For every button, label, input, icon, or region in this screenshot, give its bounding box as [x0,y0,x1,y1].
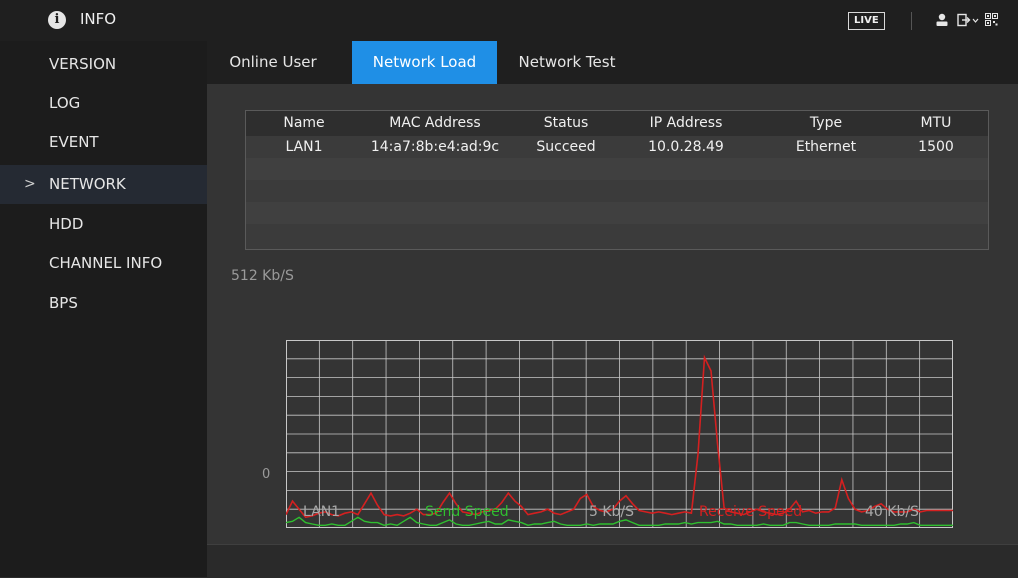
sidebar-item-log[interactable]: LOG [0,84,207,123]
graph-max-label: 512 Kb/S [231,268,294,284]
legend-interface: LAN1 [303,504,341,520]
sidebar-item-bps[interactable]: BPS [0,284,207,323]
table-row-empty [246,180,988,202]
tab-online-user[interactable]: Online User [223,41,323,84]
column-header-mtu: MTU [920,115,952,131]
top-bar: i INFO LIVE [0,0,1018,41]
column-header-mac: MAC Address [389,115,481,131]
tab-network-load[interactable]: Network Load [352,41,497,84]
sidebar-item-label: EVENT [49,133,99,151]
page-title: INFO [80,10,117,28]
tab-bar: Online User Network Load Network Test [207,41,1018,84]
sidebar-item-label: NETWORK [49,175,126,193]
footer-bar [207,544,1018,578]
legend-receive-label: Receive Speed [699,504,803,520]
legend-receive-value: 40 Kb/S [865,504,919,520]
sidebar-item-version[interactable]: VERSION [0,45,207,84]
table-header: Name MAC Address Status IP Address Type … [246,111,988,136]
logout-icon[interactable] [957,13,979,27]
table-row[interactable]: LAN1 14:a7:8b:e4:ad:9c Succeed 10.0.28.4… [246,136,988,158]
column-header-type: Type [809,115,843,131]
cell-type: Ethernet [795,139,857,155]
live-button[interactable]: LIVE [848,12,885,30]
sidebar-item-network[interactable]: > NETWORK [0,165,207,204]
sidebar-item-label: VERSION [49,55,117,73]
sidebar-item-label: HDD [49,215,84,233]
column-header-name: Name [283,115,325,131]
sidebar-item-event[interactable]: EVENT [0,123,207,162]
user-icon[interactable] [935,13,949,27]
cell-status: Succeed [536,139,596,155]
sidebar: VERSION LOG EVENT > NETWORK HDD CHANNEL … [0,41,207,577]
legend-send-label: Send Speed [425,504,509,520]
chevron-right-icon: > [24,176,36,192]
sidebar-item-hdd[interactable]: HDD [0,205,207,244]
legend-send-value: 5 Kb/S [589,504,635,520]
main-content: Online User Network Load Network Test Na… [207,41,1018,578]
cell-mac: 14:a7:8b:e4:ad:9c [370,139,500,155]
column-header-status: Status [543,115,589,131]
tab-network-test[interactable]: Network Test [497,41,637,84]
cell-ip: 10.0.28.49 [648,139,724,155]
table-row-empty [246,202,988,224]
table-row-empty [246,158,988,180]
qr-code-icon[interactable] [985,13,998,26]
sidebar-item-label: BPS [49,294,78,312]
network-load-panel: Name MAC Address Status IP Address Type … [207,84,1018,544]
graph-zero-label: 0 [262,467,271,482]
graph-grid [286,340,953,528]
sidebar-item-label: LOG [49,94,81,112]
network-table: Name MAC Address Status IP Address Type … [245,110,989,250]
network-load-graph [286,340,953,528]
info-icon: i [48,11,66,29]
cell-name: LAN1 [285,139,323,155]
column-header-ip: IP Address [649,115,723,131]
sidebar-item-channel-info[interactable]: CHANNEL INFO [0,244,207,283]
cell-mtu: 1500 [918,139,954,155]
divider [911,12,912,30]
sidebar-item-label: CHANNEL INFO [49,254,163,272]
